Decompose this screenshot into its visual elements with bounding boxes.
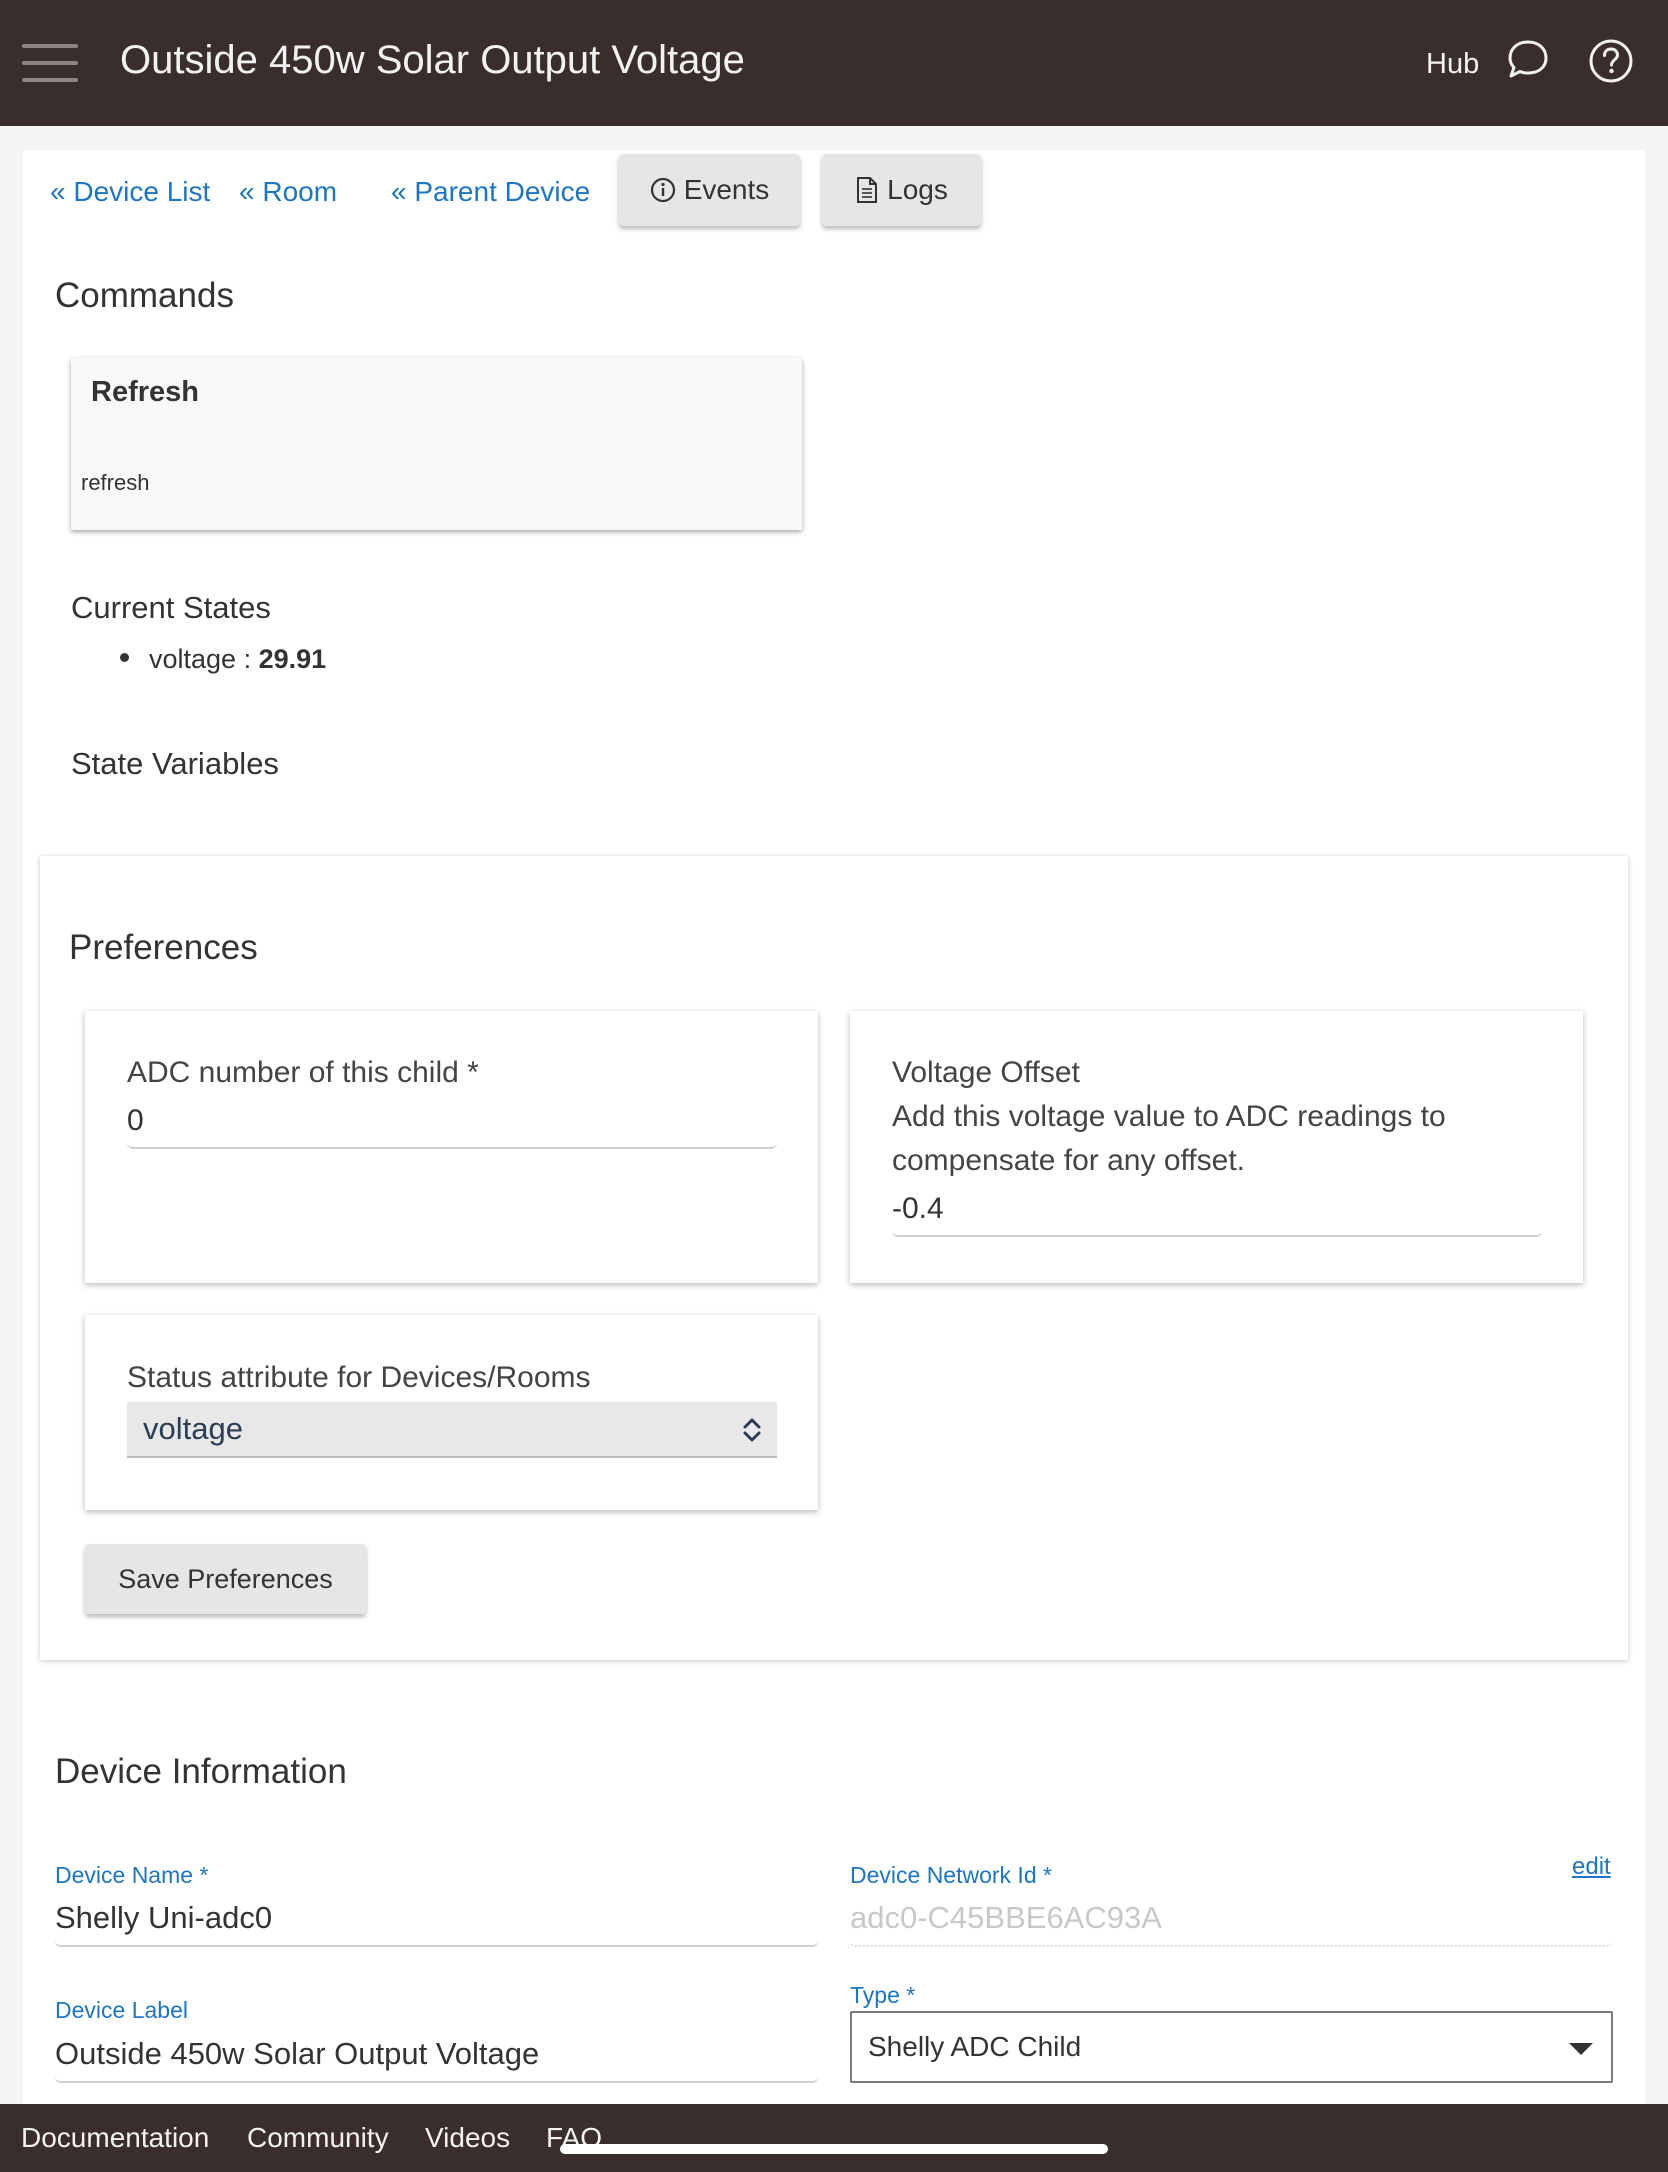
footer-community-link[interactable]: Community	[247, 2122, 389, 2154]
parent-device-link[interactable]: « Parent Device	[391, 176, 590, 208]
command-title: Refresh	[91, 376, 199, 408]
events-button[interactable]: Events	[619, 154, 800, 226]
refresh-command-card[interactable]: Refresh refresh	[71, 358, 802, 530]
device-list-link[interactable]: « Device List	[50, 176, 210, 208]
chat-bubble-icon[interactable]	[1506, 38, 1550, 82]
voltage-offset-input[interactable]: -0.4	[892, 1183, 1542, 1237]
voltage-offset-card: Voltage Offset Add this voltage value to…	[850, 1011, 1583, 1283]
document-icon	[857, 177, 878, 203]
hub-link[interactable]: Hub	[1426, 48, 1479, 81]
device-information-heading: Device Information	[55, 1752, 347, 1791]
status-attribute-select[interactable]: voltage	[127, 1402, 777, 1458]
info-circle-icon	[650, 177, 675, 203]
type-label: Type *	[850, 1982, 916, 2008]
network-id-input: adc0-C45BBE6AC93A	[850, 1891, 1613, 1947]
logs-label: Logs	[887, 174, 948, 205]
device-label-label: Device Label	[55, 1997, 188, 2023]
device-label-value: Outside 450w Solar Output Voltage	[55, 2036, 540, 2071]
device-name-label: Device Name *	[55, 1862, 209, 1888]
footer-documentation-link[interactable]: Documentation	[21, 2122, 209, 2154]
state-variables-heading: State Variables	[71, 746, 279, 781]
adc-number-label: ADC number of this child *	[127, 1056, 479, 1089]
state-separator: :	[236, 644, 259, 674]
dropdown-arrow-icon	[1569, 2043, 1593, 2055]
events-label: Events	[683, 174, 770, 205]
status-attribute-label: Status attribute for Devices/Rooms	[127, 1361, 591, 1394]
footer-bar: Documentation Community Videos FAQ	[0, 2104, 1668, 2172]
hamburger-menu-icon[interactable]	[22, 44, 78, 82]
adc-number-value: 0	[127, 1104, 144, 1137]
voltage-offset-label: Voltage Offset	[892, 1056, 1080, 1089]
device-label-input[interactable]: Outside 450w Solar Output Voltage	[55, 2027, 818, 2083]
select-arrows-icon	[743, 1418, 761, 1442]
bullet	[120, 653, 129, 663]
status-attribute-card: Status attribute for Devices/Rooms volta…	[85, 1315, 818, 1510]
save-preferences-button[interactable]: Save Preferences	[85, 1544, 366, 1614]
preferences-heading: Preferences	[69, 928, 258, 967]
state-item-voltage: voltage : 29.91	[120, 644, 326, 675]
home-indicator[interactable]	[560, 2144, 1108, 2154]
question-circle-icon[interactable]	[1588, 38, 1634, 84]
state-name: voltage	[149, 644, 237, 674]
device-name-value: Shelly Uni-adc0	[55, 1900, 273, 1935]
command-name: refresh	[81, 470, 150, 495]
device-name-input[interactable]: Shelly Uni-adc0	[55, 1891, 818, 1947]
footer-videos-link[interactable]: Videos	[425, 2122, 510, 2154]
commands-heading: Commands	[55, 276, 234, 315]
type-value: Shelly ADC Child	[868, 2031, 1082, 2062]
room-link[interactable]: « Room	[239, 176, 337, 208]
type-select[interactable]: Shelly ADC Child	[850, 2011, 1613, 2083]
logs-button[interactable]: Logs	[822, 154, 981, 226]
page-title: Outside 450w Solar Output Voltage	[120, 38, 745, 82]
adc-number-input[interactable]: 0	[127, 1095, 777, 1149]
current-states-heading: Current States	[71, 590, 271, 625]
network-id-value: adc0-C45BBE6AC93A	[850, 1900, 1162, 1935]
edit-network-id-link[interactable]: edit	[1572, 1853, 1611, 1881]
adc-number-card: ADC number of this child * 0	[85, 1011, 818, 1283]
state-value: 29.91	[258, 644, 327, 674]
voltage-offset-value: -0.4	[892, 1192, 944, 1225]
voltage-offset-description: Add this voltage value to ADC readings t…	[892, 1100, 1446, 1177]
network-id-label: Device Network Id *	[850, 1862, 1052, 1888]
top-bar: Outside 450w Solar Output Voltage Hub	[0, 0, 1668, 126]
status-attribute-value: voltage	[143, 1411, 243, 1446]
